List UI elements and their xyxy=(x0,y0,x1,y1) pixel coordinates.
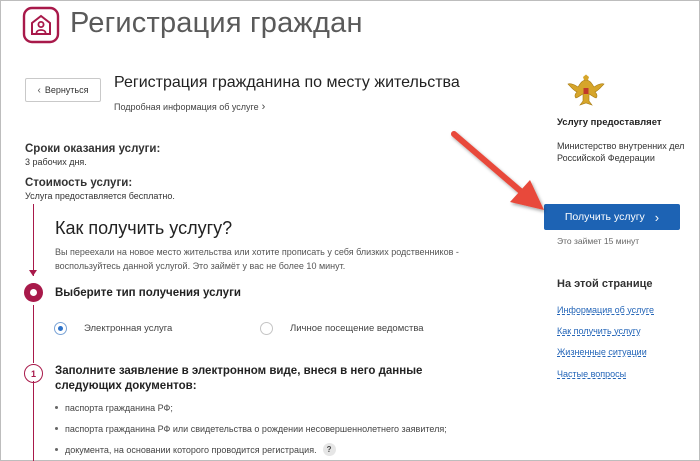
how-to-get-description: Вы переехали на новое место жительства и… xyxy=(55,247,459,271)
radio-personal-visit[interactable] xyxy=(260,322,273,335)
house-person-icon xyxy=(22,6,60,44)
how-to-get-heading: Как получить услугу? xyxy=(55,218,233,238)
double-headed-eagle-emblem xyxy=(567,74,605,106)
cost-value: Услуга предоставляется бесплатно. xyxy=(25,191,175,201)
page-title: Регистрация гражданина по месту жительст… xyxy=(114,74,460,91)
list-item: паспорта гражданина РФ или свидетельства… xyxy=(55,424,447,434)
radio-electronic-label[interactable]: Электронная услуга xyxy=(84,323,172,334)
timeline-line xyxy=(33,305,34,363)
provider-label: Услугу предоставляет xyxy=(557,117,662,128)
get-service-button[interactable]: Получить услугу › xyxy=(544,204,680,230)
step-choose-marker xyxy=(24,283,43,302)
timeline-line xyxy=(33,381,34,461)
back-button[interactable]: ‹ Вернуться xyxy=(25,78,101,102)
term-value: 3 рабочих дня. xyxy=(25,157,87,167)
cost-heading: Стоимость услуги: xyxy=(25,177,133,189)
toc-link-how[interactable]: Как получить услугу xyxy=(557,326,641,336)
get-service-label: Получить услугу xyxy=(564,211,645,223)
radio-personal-visit-label[interactable]: Личное посещение ведомства xyxy=(290,323,424,334)
toc-link-life-situations[interactable]: Жизненные ситуации xyxy=(557,347,647,357)
choose-type-heading: Выберите тип получения услуги xyxy=(55,287,241,299)
document-text: документа, на основании которого проводи… xyxy=(65,444,317,455)
term-heading: Сроки оказания услуги: xyxy=(25,143,161,155)
document-text: паспорта гражданина РФ или свидетельства… xyxy=(65,424,447,434)
list-item: паспорта гражданина РФ; xyxy=(55,403,173,413)
time-estimate: Это займет 15 минут xyxy=(557,236,640,246)
on-this-page-heading: На этой странице xyxy=(557,278,653,290)
timeline-line xyxy=(33,204,34,276)
toc-link-info[interactable]: Информация об услуге xyxy=(557,305,654,315)
fill-application-heading: Заполните заявление в электронном виде, … xyxy=(55,365,423,392)
radio-electronic[interactable] xyxy=(54,322,67,335)
chevron-right-icon: › xyxy=(261,101,266,113)
back-button-label: Вернуться xyxy=(44,85,89,95)
chevron-right-icon: › xyxy=(654,209,660,225)
help-question-icon[interactable]: ? xyxy=(322,443,336,456)
more-info-link[interactable]: Подробная информация об услуге › xyxy=(114,101,265,113)
bullet-icon xyxy=(55,427,58,431)
timeline-arrow-icon xyxy=(29,270,37,276)
annotation-arrow-icon xyxy=(451,131,544,210)
document-text: паспорта гражданина РФ; xyxy=(65,403,173,413)
bullet-icon xyxy=(55,406,58,410)
list-item: документа, на основании которого проводи… xyxy=(55,443,336,457)
toc-link-faq[interactable]: Частые вопросы xyxy=(557,369,626,379)
provider-name: Министерство внутренних дел Российской Ф… xyxy=(557,141,685,163)
more-info-label: Подробная информация об услуге xyxy=(114,102,259,112)
chevron-left-icon: ‹ xyxy=(37,84,41,96)
bullet-icon xyxy=(55,448,58,451)
site-title: Регистрация граждан xyxy=(70,7,363,39)
